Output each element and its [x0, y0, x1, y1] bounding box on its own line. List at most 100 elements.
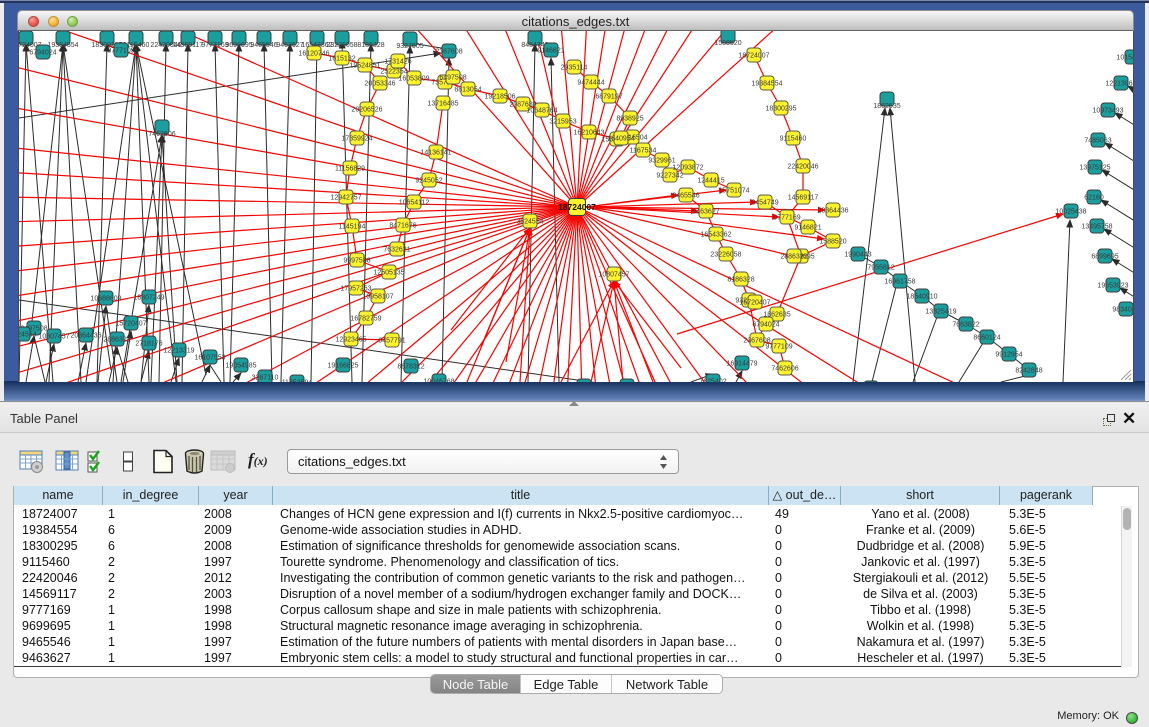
- svg-text:14136141: 14136141: [420, 150, 451, 157]
- svg-text:6497508: 6497508: [439, 75, 466, 82]
- svg-text:8660124: 8660124: [973, 335, 1000, 342]
- svg-text:18724007: 18724007: [558, 202, 596, 212]
- svg-text:14569117: 14569117: [173, 42, 204, 49]
- svg-text:13325419: 13325419: [925, 309, 956, 316]
- svg-text:13716485: 13716485: [427, 101, 458, 108]
- svg-text:19218506: 19218506: [484, 94, 515, 101]
- svg-text:19384554: 19384554: [47, 42, 78, 49]
- svg-text:7625402: 7625402: [699, 379, 726, 383]
- svg-text:62160: 62160: [1084, 195, 1104, 202]
- svg-text:17957263: 17957263: [340, 286, 371, 293]
- svg-text:13975125: 13975125: [1079, 165, 1110, 172]
- svg-text:13495758: 13495758: [1081, 224, 1112, 231]
- svg-text:1731426: 1731426: [384, 59, 411, 66]
- svg-text:16210643: 16210643: [573, 130, 604, 137]
- svg-text:9834047: 9834047: [1112, 307, 1134, 314]
- svg-text:8878312: 8878312: [397, 364, 424, 371]
- svg-text:3215953: 3215953: [549, 119, 576, 126]
- svg-text:2886322: 2886322: [103, 337, 130, 344]
- svg-text:23226058: 23226058: [710, 252, 741, 259]
- svg-text:9777169: 9777169: [773, 215, 800, 222]
- svg-text:9146821: 9146821: [794, 225, 821, 232]
- svg-text:19054985: 19054985: [225, 363, 256, 370]
- svg-text:9465546: 9465546: [250, 42, 277, 49]
- svg-text:10688609: 10688609: [90, 296, 121, 303]
- svg-text:9245052: 9245052: [415, 178, 442, 185]
- svg-text:12923465: 12923465: [335, 337, 366, 344]
- svg-text:14569117: 14569117: [788, 195, 819, 202]
- svg-text:20364436: 20364436: [70, 333, 101, 340]
- svg-text:3267110: 3267110: [252, 375, 279, 382]
- svg-text:12093872: 12093872: [672, 165, 703, 172]
- svg-text:8813054: 8813054: [454, 87, 481, 94]
- svg-text:10807457: 10807457: [38, 334, 69, 341]
- svg-text:1862635: 1862635: [873, 103, 900, 110]
- svg-text:2886322: 2886322: [780, 254, 807, 261]
- svg-text:9115460: 9115460: [780, 136, 807, 143]
- svg-text:10648764: 10648764: [526, 108, 557, 115]
- svg-text:16053809: 16053809: [398, 76, 429, 83]
- svg-text:8454749: 8454749: [751, 200, 778, 207]
- svg-text:9457791: 9457791: [378, 338, 405, 345]
- svg-text:3824554: 3824554: [516, 219, 543, 226]
- svg-text:9329961: 9329961: [648, 158, 675, 165]
- svg-text:22420046: 22420046: [787, 164, 818, 171]
- svg-text:18300295: 18300295: [765, 106, 796, 113]
- svg-text:15720407: 15720407: [739, 300, 770, 307]
- svg-text:2718176: 2718176: [135, 341, 162, 348]
- svg-text:9465546: 9465546: [672, 193, 699, 200]
- svg-text:1588520: 1588520: [714, 40, 741, 47]
- svg-text:10025438: 10025438: [1055, 209, 1086, 216]
- svg-text:8242848: 8242848: [1015, 368, 1042, 375]
- svg-text:9463627: 9463627: [692, 209, 719, 216]
- svg-text:9227342: 9227342: [656, 173, 683, 180]
- svg-text:18724007: 18724007: [738, 53, 769, 60]
- svg-text:6794024: 6794024: [752, 322, 779, 329]
- svg-text:9997588: 9997588: [343, 258, 370, 265]
- svg-text:9327505: 9327505: [396, 43, 423, 50]
- svg-text:9912954: 9912954: [995, 352, 1022, 359]
- svg-text:16782759: 16782759: [350, 316, 381, 323]
- svg-text:9146821: 9146821: [537, 48, 564, 55]
- svg-text:20053346: 20053346: [364, 81, 395, 88]
- svg-text:16120746: 16120746: [298, 51, 329, 58]
- svg-text:10973493: 10973493: [1092, 108, 1123, 115]
- svg-text:16107553: 16107553: [194, 355, 225, 362]
- svg-text:23226058: 23226058: [326, 42, 357, 49]
- svg-text:7632621: 7632621: [383, 247, 410, 254]
- svg-text:16914479: 16914479: [726, 361, 757, 368]
- svg-text:12505135: 12505135: [373, 270, 404, 277]
- svg-text:16543362: 16543362: [700, 232, 731, 239]
- svg-text:3824554: 3824554: [19, 332, 37, 339]
- svg-text:18807249: 18807249: [133, 295, 164, 302]
- svg-text:17359924: 17359924: [341, 136, 372, 143]
- svg-text:20364436: 20364436: [817, 208, 848, 215]
- svg-text:1145194: 1145194: [339, 224, 366, 231]
- svg-text:18640910: 18640910: [906, 294, 937, 301]
- svg-text:7462606: 7462606: [771, 366, 798, 373]
- svg-text:7462606: 7462606: [148, 131, 175, 138]
- svg-text:6899695: 6899695: [1091, 254, 1118, 261]
- svg-text:1588520: 1588520: [819, 239, 846, 246]
- svg-text:8186328: 8186328: [727, 277, 754, 284]
- svg-text:2367608: 2367608: [435, 49, 462, 56]
- svg-text:10154808: 10154808: [1116, 55, 1134, 62]
- svg-text:2522354: 2522354: [380, 69, 407, 76]
- svg-text:6794024: 6794024: [29, 50, 56, 57]
- svg-text:19166825: 19166825: [327, 363, 358, 370]
- svg-text:8186328: 8186328: [357, 42, 384, 49]
- svg-text:9777109: 9777109: [107, 48, 134, 55]
- svg-text:8938925: 8938925: [616, 116, 643, 123]
- svg-text:15751074: 15751074: [718, 188, 749, 195]
- svg-text:6879197: 6879197: [595, 94, 622, 101]
- svg-text:1167534: 1167534: [630, 148, 657, 155]
- svg-text:7485063: 7485063: [1084, 138, 1111, 145]
- svg-text:11353594: 11353594: [282, 380, 313, 383]
- svg-text:2935114: 2935114: [561, 65, 588, 72]
- svg-text:10654112: 10654112: [399, 200, 430, 207]
- svg-text:7663822: 7663822: [952, 322, 979, 329]
- svg-text:10807457: 10807457: [598, 272, 629, 279]
- svg-text:9777109: 9777109: [765, 344, 792, 351]
- svg-text:7955812: 7955812: [867, 265, 894, 272]
- svg-text:15720407: 15720407: [115, 321, 146, 328]
